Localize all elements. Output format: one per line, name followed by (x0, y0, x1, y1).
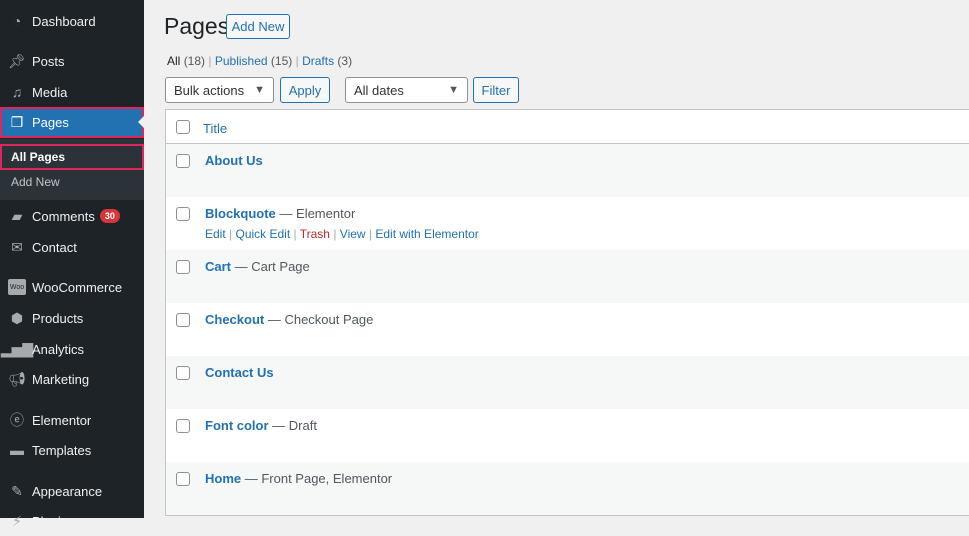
menu-marketing[interactable]: 📢︎ Marketing (0, 364, 144, 394)
pages-icon: ❐ (10, 114, 24, 130)
page-title-link[interactable]: Checkout (205, 312, 264, 327)
table-row: Blockquote — Elementor Edit | Quick Edit … (166, 197, 969, 250)
apply-button[interactable]: Apply (280, 77, 330, 103)
table-row: Font color — Draft (166, 409, 969, 462)
mail-icon: ✉ (11, 238, 23, 255)
filter-published[interactable]: Published (15) (215, 54, 292, 68)
page-state: — Cart Page (231, 259, 310, 274)
submenu-all-pages[interactable]: All Pages (0, 144, 144, 170)
page-title: Pages (164, 13, 230, 39)
row-checkbox[interactable] (176, 472, 190, 486)
page-state: — Checkout Page (264, 312, 374, 327)
media-icon: ♫ (11, 84, 23, 100)
admin-sidebar: ◔ Dashboard 📌︎ Posts ♫ Media ❐ Pages All Pag… (0, 0, 144, 529)
menu-comments[interactable]: ▰ Comments 30 (0, 201, 144, 231)
chevron-down-icon: ▼ (448, 84, 459, 96)
menu-products[interactable]: ⬢ Products (0, 303, 144, 333)
table-row: Cart — Cart Page (166, 250, 969, 303)
menu-analytics[interactable]: ▂▅▇ Analytics (0, 334, 144, 364)
row-checkbox[interactable] (176, 366, 190, 380)
page-state: — Front Page, Elementor (241, 471, 393, 486)
page-title-link[interactable]: Font color (205, 418, 269, 433)
dates-select[interactable]: All dates ▼ (345, 77, 468, 103)
pin-icon: 📌︎ (8, 52, 26, 69)
table-row: Home — Front Page, Elementor (166, 462, 969, 515)
page-title-link[interactable]: Contact Us (205, 365, 274, 380)
plug-icon: ⚡︎ (12, 512, 22, 529)
table-row: Contact Us (166, 356, 969, 409)
table-header: Title (166, 110, 969, 144)
add-new-button[interactable]: Add New (226, 14, 290, 39)
filter-all[interactable]: All (18) (167, 54, 205, 68)
menu-templates[interactable]: ▬ Templates (0, 435, 144, 465)
menu-woocommerce[interactable]: Woo WooCommerce (0, 272, 144, 302)
menu-media[interactable]: ♫ Media (0, 77, 144, 107)
page-title-link[interactable]: Home (205, 471, 241, 486)
box-icon: ⬢ (10, 309, 24, 326)
menu-dashboard[interactable]: ◔ Dashboard (0, 6, 144, 36)
brush-icon: ✎ (11, 482, 23, 499)
table-row: Checkout — Checkout Page (166, 303, 969, 356)
comment-icon: ▰ (11, 207, 23, 224)
bulk-actions-select[interactable]: Bulk actions ▼ (165, 77, 274, 103)
filter-button[interactable]: Filter (473, 77, 519, 103)
row-checkbox[interactable] (176, 154, 190, 168)
folder-icon: ▬ (10, 442, 24, 458)
menu-contact[interactable]: ✉ Contact (0, 232, 144, 262)
menu-appearance[interactable]: ✎ Appearance (0, 476, 144, 506)
menu-pages[interactable]: ❐ Pages (0, 107, 144, 138)
table-row: About Us (166, 144, 969, 197)
view-link[interactable]: View (340, 227, 366, 241)
row-checkbox[interactable] (176, 419, 190, 433)
pages-submenu: All Pages Add New (0, 139, 144, 200)
edit-with-elementor-link[interactable]: Edit with Elementor (375, 227, 478, 241)
menu-elementor[interactable]: ⓔ Elementor (0, 405, 144, 435)
page-title-link[interactable]: About Us (205, 153, 263, 168)
pages-table: Title About Us Blockquote — Elementor Edi… (165, 109, 969, 516)
elementor-icon: ⓔ (10, 412, 24, 428)
menu-posts[interactable]: 📌︎ Posts (0, 46, 144, 76)
chevron-down-icon: ▼ (254, 84, 265, 96)
select-all-checkbox[interactable] (176, 120, 190, 134)
dashboard-icon: ◔ (12, 13, 22, 29)
status-filter-links: All (18) | Published (15) | Drafts (3) (167, 54, 353, 68)
page-title-link[interactable]: Cart (205, 259, 231, 274)
row-checkbox[interactable] (176, 313, 190, 327)
edit-link[interactable]: Edit (205, 227, 226, 241)
title-column-header[interactable]: Title (203, 121, 227, 136)
row-checkbox[interactable] (176, 260, 190, 274)
main-content: Pages Add New All (18) | Published (15) … (144, 0, 969, 518)
row-actions: Edit | Quick Edit | Trash | View | Edit … (205, 227, 479, 241)
trash-link[interactable]: Trash (300, 227, 330, 241)
quick-edit-link[interactable]: Quick Edit (235, 227, 290, 241)
megaphone-icon: 📢︎ (8, 370, 26, 387)
bar-chart-icon: ▂▅▇ (0, 340, 34, 357)
submenu-add-new[interactable]: Add New (0, 169, 144, 195)
menu-plugins[interactable]: ⚡︎ Plugins (0, 506, 144, 536)
page-state: — Elementor (275, 206, 356, 221)
page-title-link[interactable]: Blockquote (205, 206, 276, 221)
filter-drafts[interactable]: Drafts (3) (302, 54, 352, 68)
page-state: — Draft (268, 418, 317, 433)
comments-badge: 30 (99, 209, 120, 223)
row-checkbox[interactable] (176, 207, 190, 221)
woo-icon: Woo (8, 279, 26, 295)
